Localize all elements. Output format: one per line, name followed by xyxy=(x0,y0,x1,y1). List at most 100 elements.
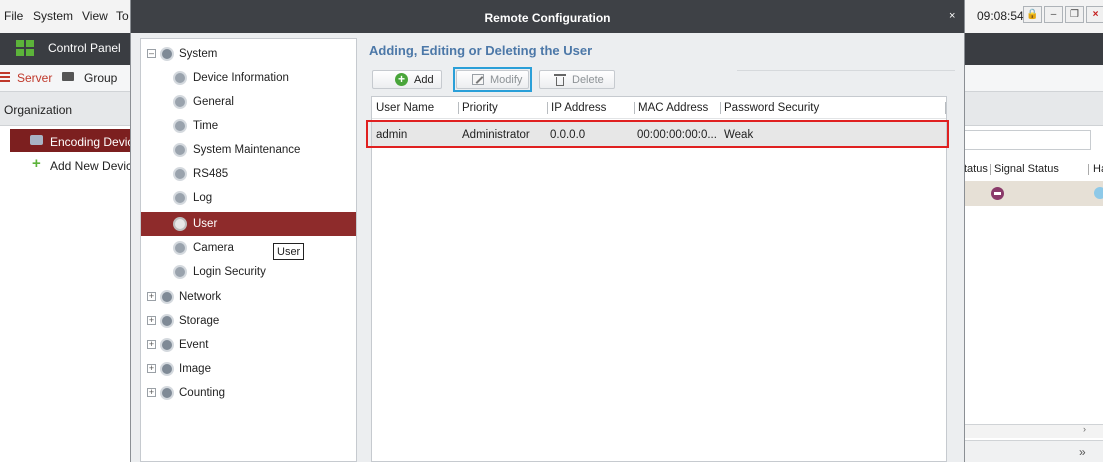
nav-label: Time xyxy=(193,120,219,132)
button-label: Add xyxy=(414,74,434,86)
nav-label: Camera xyxy=(193,242,234,254)
column-password-security[interactable]: Password Security xyxy=(724,102,819,114)
gear-icon xyxy=(173,119,187,133)
column-hdd[interactable]: Ha xyxy=(1093,163,1103,175)
close-icon[interactable]: × xyxy=(1086,6,1103,23)
nav-system[interactable]: – System xyxy=(141,43,356,65)
nav-counting[interactable]: + Counting xyxy=(141,382,356,404)
add-icon: + xyxy=(395,73,408,86)
dialog-title: Remote Configuration xyxy=(484,11,611,25)
nav-label: Image xyxy=(179,363,211,375)
window-controls: 🔒 – ❐ × xyxy=(1023,6,1103,23)
nav-general[interactable]: General xyxy=(141,91,356,113)
add-user-button[interactable]: + Add xyxy=(372,70,442,89)
column-signal-status[interactable]: Signal Status xyxy=(994,163,1059,175)
nav-label: Device Information xyxy=(193,72,289,84)
scroll-right-icon[interactable]: › xyxy=(1083,424,1086,434)
nav-label: Network xyxy=(179,291,222,303)
nav-event[interactable]: + Event xyxy=(141,334,356,356)
chevron-double-down-icon[interactable]: » xyxy=(1079,445,1086,459)
expand-icon[interactable]: + xyxy=(147,340,156,349)
collapse-icon[interactable]: – xyxy=(147,49,156,58)
device-list-header xyxy=(964,92,1103,126)
nav-label: Event xyxy=(179,339,209,351)
gear-icon xyxy=(173,95,187,109)
column-priority[interactable]: Priority xyxy=(462,102,498,114)
button-label: Delete xyxy=(572,74,604,86)
control-panel-icon[interactable] xyxy=(16,40,34,56)
tab-server[interactable]: Server xyxy=(17,71,52,85)
group-icon xyxy=(62,72,74,81)
table-header: User Name Priority IP Address MAC Addres… xyxy=(372,97,946,119)
nav-system-maintenance[interactable]: System Maintenance xyxy=(141,139,356,161)
gear-icon xyxy=(160,290,174,304)
page-title: Adding, Editing or Deleting the User xyxy=(369,43,593,58)
config-nav-tree: – System Device Information General Time… xyxy=(140,38,357,462)
encoding-device-icon xyxy=(30,135,43,145)
column-user-name[interactable]: User Name xyxy=(376,102,434,114)
column-mac-address[interactable]: MAC Address xyxy=(638,102,708,114)
column-ip-address[interactable]: IP Address xyxy=(551,102,606,114)
divider xyxy=(737,70,955,71)
nav-label: System xyxy=(179,48,218,60)
tooltip: User xyxy=(273,243,305,260)
delete-button[interactable]: Delete xyxy=(539,70,615,89)
expand-icon[interactable]: + xyxy=(147,292,156,301)
nav-label: RS485 xyxy=(193,168,229,180)
menu-view[interactable]: View xyxy=(82,9,108,23)
expand-icon[interactable]: + xyxy=(147,316,156,325)
gear-icon xyxy=(160,314,174,328)
lock-icon[interactable]: 🔒 xyxy=(1023,6,1042,23)
gear-icon xyxy=(173,241,187,255)
nav-label: System Maintenance xyxy=(193,144,301,156)
nav-camera[interactable]: Camera xyxy=(141,237,356,259)
filter-input[interactable] xyxy=(964,130,1091,150)
expand-icon[interactable]: + xyxy=(147,364,156,373)
gear-icon xyxy=(160,338,174,352)
gear-icon xyxy=(160,47,174,61)
gear-icon xyxy=(173,265,187,279)
nav-label: User xyxy=(193,218,218,230)
nav-label: General xyxy=(193,96,234,108)
nav-time[interactable]: Time xyxy=(141,115,356,137)
nav-user[interactable]: User xyxy=(141,212,356,236)
menu-system[interactable]: System xyxy=(33,9,73,23)
nav-storage[interactable]: + Storage xyxy=(141,310,356,332)
minimize-icon[interactable]: – xyxy=(1044,6,1063,23)
nav-image[interactable]: + Image xyxy=(141,358,356,380)
tab-group[interactable]: Group xyxy=(84,71,117,85)
trash-icon xyxy=(554,73,566,86)
device-list-row[interactable] xyxy=(964,181,1103,206)
plus-icon[interactable]: + xyxy=(32,156,41,171)
organization-label: Organization xyxy=(4,103,73,117)
gear-icon xyxy=(160,386,174,400)
gear-icon xyxy=(173,191,187,205)
gear-icon xyxy=(173,71,187,85)
hdd-status-icon xyxy=(1094,187,1103,199)
modify-focus-highlight xyxy=(453,67,532,92)
dialog-title-bar: Remote Configuration × xyxy=(131,0,964,33)
expand-icon[interactable]: + xyxy=(147,388,156,397)
nav-label: Counting xyxy=(179,387,226,399)
restore-icon[interactable]: ❐ xyxy=(1065,6,1084,23)
tree-item-add-new-device[interactable]: Add New Device xyxy=(50,159,139,173)
nav-rs485[interactable]: RS485 xyxy=(141,163,356,185)
gear-icon xyxy=(160,362,174,376)
row-highlight xyxy=(366,120,949,148)
nav-label: Storage xyxy=(179,315,220,327)
close-icon[interactable]: × xyxy=(949,10,955,22)
gear-icon xyxy=(173,217,187,231)
nav-device-information[interactable]: Device Information xyxy=(141,67,356,89)
nav-log[interactable]: Log xyxy=(141,187,356,209)
gear-icon xyxy=(173,167,187,181)
nav-label: Log xyxy=(193,192,213,204)
nav-login-security[interactable]: Login Security xyxy=(141,261,356,283)
control-panel-label[interactable]: Control Panel xyxy=(48,41,121,55)
user-table: User Name Priority IP Address MAC Addres… xyxy=(366,96,949,462)
column-status[interactable]: tatus xyxy=(964,163,988,175)
server-icon xyxy=(0,72,10,82)
menu-tools[interactable]: To xyxy=(116,9,129,23)
menu-file[interactable]: File xyxy=(4,9,23,23)
remote-configuration-dialog: Remote Configuration × – System Device I… xyxy=(130,0,965,462)
nav-network[interactable]: + Network xyxy=(141,286,356,308)
